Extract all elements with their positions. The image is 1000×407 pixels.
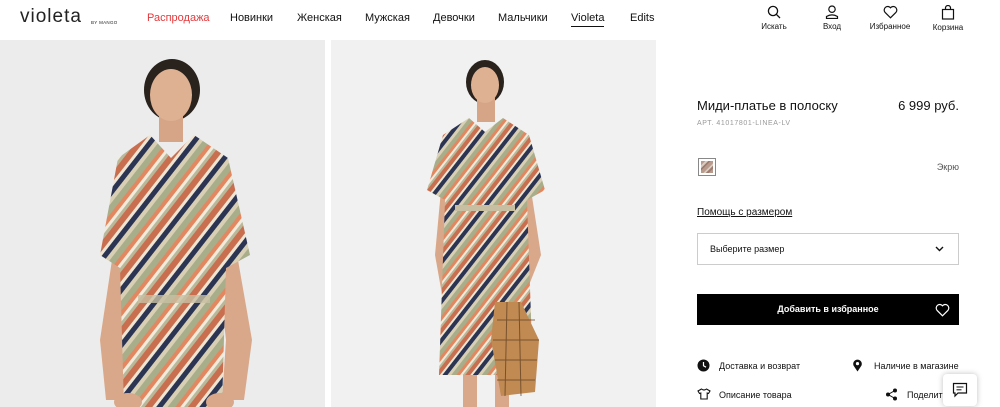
search-button[interactable]: Искать	[744, 5, 804, 31]
cart-label: Корзина	[932, 23, 964, 32]
brand-logo[interactable]: violeta	[20, 6, 82, 28]
product-photo-front[interactable]	[0, 40, 325, 407]
cart-button[interactable]: Корзина	[918, 5, 978, 32]
favorites-button[interactable]: Избранное	[860, 5, 920, 31]
tshirt-icon	[697, 388, 711, 400]
product-price: 6 999 руб.	[898, 98, 959, 113]
product-photo-full-image	[331, 40, 656, 407]
site-header: violeta BY MANGO Распродажа Новинки Женс…	[0, 0, 1000, 40]
product-reference: АРТ. 41017801-LINEA-LV	[697, 120, 791, 127]
store-availability-label: Наличие в магазине	[874, 361, 959, 371]
chat-button[interactable]	[943, 374, 977, 406]
nav-item-girls[interactable]: Девочки	[433, 12, 475, 24]
nav-item-men[interactable]: Мужская	[365, 12, 410, 24]
search-label: Искать	[761, 22, 787, 31]
product-photo-full[interactable]	[331, 40, 656, 407]
nav-item-women[interactable]: Женская	[297, 12, 342, 24]
product-photo-front-image	[0, 40, 325, 407]
heart-icon	[883, 5, 897, 19]
size-help-link[interactable]: Помощь с размером	[697, 207, 792, 218]
bag-icon	[941, 5, 955, 20]
product-description-label: Описание товара	[719, 390, 792, 400]
heart-icon	[935, 303, 950, 317]
size-select[interactable]: Выберите размер	[697, 233, 959, 265]
chat-icon	[952, 382, 968, 398]
add-to-favorites-button[interactable]: Добавить в избранное	[697, 294, 959, 325]
favorites-label: Избранное	[869, 22, 911, 31]
share-label: Поделит	[907, 390, 943, 400]
store-availability-link[interactable]: Наличие в магазине	[852, 359, 962, 375]
nav-item-boys[interactable]: Мальчики	[498, 12, 548, 24]
clock-icon	[697, 359, 710, 372]
login-button[interactable]: Вход	[802, 5, 862, 31]
delivery-returns-link[interactable]: Доставка и возврат	[697, 359, 817, 375]
color-name: Экрю	[936, 162, 959, 172]
user-icon	[825, 5, 839, 19]
add-to-favorites-label: Добавить в избранное	[777, 304, 879, 314]
color-swatch[interactable]	[698, 158, 716, 176]
color-swatch-pattern	[701, 161, 713, 173]
product-panel: Миди-платье в полоску 6 999 руб. АРТ. 41…	[697, 40, 959, 407]
size-select-label: Выберите размер	[710, 244, 785, 254]
nav-item-new[interactable]: Новинки	[230, 12, 273, 24]
brand-logo-sub: BY MANGO	[91, 20, 118, 25]
nav-item-violeta[interactable]: Violeta	[571, 12, 605, 27]
login-label: Вход	[822, 22, 842, 31]
nav-item-edits[interactable]: Edits	[630, 12, 654, 24]
product-description-link[interactable]: Описание товара	[697, 388, 817, 404]
search-icon	[767, 5, 781, 19]
delivery-returns-label: Доставка и возврат	[719, 361, 801, 371]
chevron-down-icon	[935, 246, 944, 252]
share-icon	[886, 388, 897, 401]
location-pin-icon	[853, 359, 862, 372]
product-title: Миди-платье в полоску	[697, 98, 838, 113]
nav-item-sale[interactable]: Распродажа	[147, 12, 210, 24]
